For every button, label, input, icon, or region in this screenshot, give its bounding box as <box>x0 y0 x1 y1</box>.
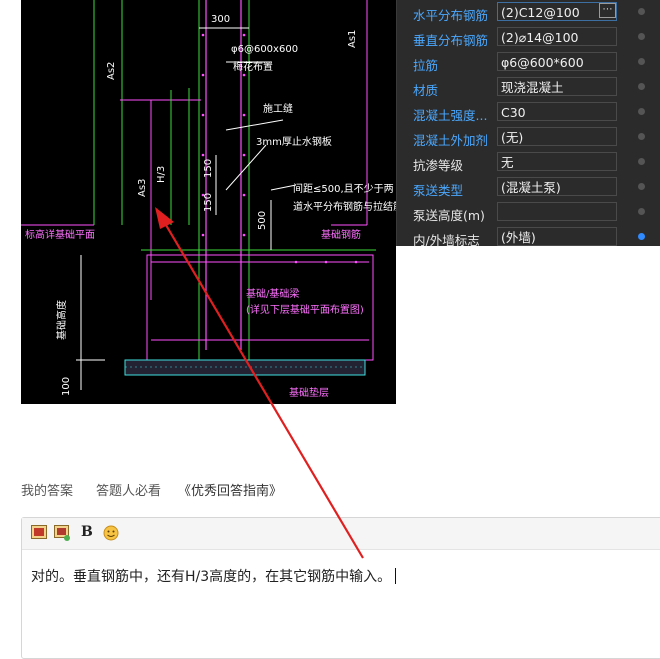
cad-foundation-mark: 标高详基础平面 <box>25 228 95 241</box>
cad-dim-500: 500 <box>257 211 268 230</box>
cad-cushion-note: 基础垫层 <box>289 386 329 399</box>
cad-dim-300: 300 <box>211 14 230 25</box>
cad-dim-150b: 150 <box>203 193 214 212</box>
property-value-field[interactable]: (外墙) <box>497 227 617 246</box>
property-name: 抗渗等级 <box>413 158 464 173</box>
property-row[interactable]: 拉筋 φ6@600*600 <box>397 50 660 75</box>
property-name: 泵送类型 <box>413 183 464 198</box>
cad-dim-150a: 150 <box>203 159 214 178</box>
property-row[interactable]: 材质 现浇混凝土 <box>397 75 660 100</box>
more-options-button[interactable]: ⋯ <box>599 3 616 18</box>
cad-foundation-rebar: 基础钢筋 <box>321 228 361 241</box>
property-panel: 水平分布钢筋 (2)C12@100 ⋯ 垂直分布钢筋 (2)⌀14@100 拉筋 φ6@60… <box>396 0 660 248</box>
cad-h3: H/3 <box>156 166 167 183</box>
dot-icon <box>638 158 645 165</box>
property-row[interactable]: 垂直分布钢筋 (2)⌀14@100 <box>397 25 660 50</box>
property-row[interactable]: 混凝土强度... C30 <box>397 100 660 125</box>
cad-beam-note-2: (详见下层基础平面布置图) <box>246 303 364 316</box>
cad-tie-spec: φ6@600x600 <box>231 44 298 55</box>
cad-as3: As3 <box>137 179 148 197</box>
property-name: 泵送高度(m) <box>413 208 485 223</box>
text-caret <box>395 568 397 584</box>
property-row[interactable]: 泵送高度(m) <box>397 200 660 225</box>
tab-must-read[interactable]: 答题人必看 <box>96 480 161 499</box>
cad-beam-note-1: 基础/基础梁 <box>246 287 299 300</box>
tab-my-answer[interactable]: 我的答案 <box>21 480 73 499</box>
dot-icon <box>638 208 645 215</box>
property-name: 拉筋 <box>413 58 439 73</box>
property-row[interactable]: 抗渗等级 无 <box>397 150 660 175</box>
guide-link[interactable]: 《优秀回答指南》 <box>178 480 282 499</box>
property-value-field[interactable]: (2)⌀14@100 <box>497 27 617 46</box>
active-dot-icon <box>638 233 645 240</box>
answer-editor: B 对的。垂直钢筋中，还有H/3高度的，在其它钢筋中输入。 <box>21 517 660 659</box>
property-name: 垂直分布钢筋 <box>413 33 489 48</box>
dot-icon <box>638 83 645 90</box>
cad-drawing[interactable]: 300 φ6@600x600 梅花布置 施工缝 3mm厚止水钢板 间距≤500,… <box>21 0 396 404</box>
property-row[interactable]: 内/外墙标志 (外墙) <box>397 225 660 250</box>
dot-icon <box>638 183 645 190</box>
property-name: 内/外墙标志 <box>413 233 480 248</box>
property-name: 水平分布钢筋 <box>413 8 489 23</box>
property-value-field[interactable] <box>497 202 617 221</box>
cad-construction-joint: 施工缝 <box>263 102 293 115</box>
bold-button[interactable]: B <box>81 524 93 540</box>
editor-toolbar: B <box>22 518 660 550</box>
dot-icon <box>638 58 645 65</box>
answer-text-area[interactable]: 对的。垂直钢筋中，还有H/3高度的，在其它钢筋中输入。 <box>31 566 397 586</box>
insert-image-icon[interactable] <box>31 525 47 541</box>
cad-spacing-note-1: 间距≤500,且不少于两 <box>293 182 394 195</box>
insert-photo-icon[interactable] <box>54 525 70 541</box>
property-name: 混凝土外加剂 <box>413 133 489 148</box>
dot-icon <box>638 33 645 40</box>
property-row[interactable]: 混凝土外加剂 (无) <box>397 125 660 150</box>
emoji-icon[interactable] <box>103 525 119 541</box>
property-row[interactable]: 泵送类型 (混凝土泵) <box>397 175 660 200</box>
property-value-field[interactable]: 无 <box>497 152 617 171</box>
answer-text: 对的。垂直钢筋中，还有H/3高度的，在其它钢筋中输入。 <box>31 569 392 585</box>
property-name: 混凝土强度... <box>413 108 488 123</box>
cad-drawing-svg: 300 φ6@600x600 梅花布置 施工缝 3mm厚止水钢板 间距≤500,… <box>21 0 396 399</box>
cad-spacing-note-2: 道水平分布钢筋与拉结筋 <box>293 200 396 213</box>
property-value-field[interactable]: φ6@600*600 <box>497 52 617 71</box>
cad-as1: As1 <box>347 30 358 48</box>
cad-steel-plate: 3mm厚止水钢板 <box>256 135 332 148</box>
property-name: 材质 <box>413 83 439 98</box>
dot-icon <box>638 108 645 115</box>
cad-as2: As2 <box>106 62 117 80</box>
property-value-field[interactable]: 现浇混凝土 <box>497 77 617 96</box>
dot-icon <box>638 8 645 15</box>
property-row[interactable]: 水平分布钢筋 (2)C12@100 ⋯ <box>397 0 660 25</box>
cad-foundation-height: 基础高度 <box>55 300 68 340</box>
cad-dim-100: 100 <box>61 377 72 396</box>
property-value-field[interactable]: (无) <box>497 127 617 146</box>
dot-icon <box>638 133 645 140</box>
property-value-field[interactable]: C30 <box>497 102 617 121</box>
cad-tie-note: 梅花布置 <box>233 60 273 73</box>
property-value-field[interactable]: (混凝土泵) <box>497 177 617 196</box>
